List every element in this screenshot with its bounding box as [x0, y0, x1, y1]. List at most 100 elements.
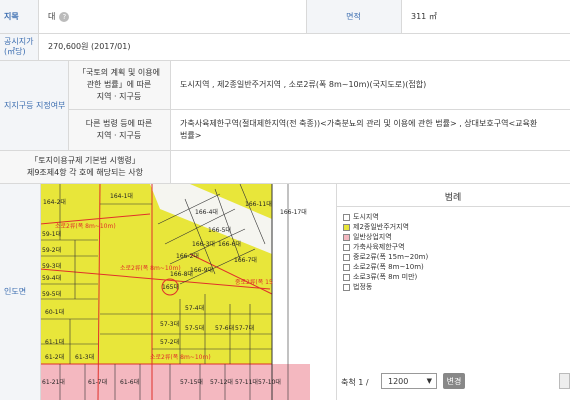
zoning-row-label: 지지구등 지정여부	[0, 60, 68, 150]
svg-text:59-3대: 59-3대	[42, 262, 61, 270]
svg-text:57-7대: 57-7대	[235, 324, 254, 332]
legend-label: 소로3류(폭 8m 미만)	[353, 273, 418, 281]
svg-text:61-21대: 61-21대	[42, 378, 65, 386]
svg-text:166-11대: 166-11대	[245, 200, 272, 208]
legend-title: 범례	[444, 193, 462, 203]
svg-text:57-6대: 57-6대	[215, 324, 234, 332]
national-law-label-line2: 관한 법률」에 따른	[86, 79, 152, 89]
svg-text:59-4대: 59-4대	[42, 274, 61, 282]
national-law-label-line1: 「국토의 계획 및 이용에	[78, 67, 160, 77]
legend-swatch	[343, 243, 350, 251]
legend-item: 소로3류(폭 8m 미만)	[343, 272, 428, 282]
svg-text:166-7대: 166-7대	[234, 256, 257, 264]
svg-text:61-7대: 61-7대	[88, 378, 107, 386]
land-use-map[interactable]: 164-2대 164-1대 166-4대 166-5대 166-3대 166-2…	[40, 184, 310, 400]
legend-item: 도시지역	[343, 212, 428, 222]
other-law-label-line1: 다른 법령 등에 따른	[85, 118, 153, 128]
legend-item: 소로2류(폭 8m~10m)	[343, 262, 428, 272]
svg-text:57-3대: 57-3대	[160, 320, 179, 328]
legend-swatch	[343, 253, 350, 261]
svg-text:57-4대: 57-4대	[185, 304, 204, 312]
land-price-label-line2: (㎡당)	[4, 46, 26, 56]
jimok-value-cell: 대 ?	[38, 0, 306, 33]
area-value: 311 ㎡	[411, 12, 437, 21]
svg-text:57-10대: 57-10대	[258, 378, 281, 386]
land-price-label: 공시지가 (㎡당)	[0, 33, 38, 60]
svg-text:61-3대: 61-3대	[75, 353, 94, 361]
enforcement-value	[170, 150, 570, 183]
other-law-label: 다른 법령 등에 따른 지역 · 지구등	[68, 109, 170, 150]
scale-select[interactable]: 1200 ▼	[381, 373, 437, 389]
jimok-label: 지목	[0, 0, 38, 33]
enforcement-label: 「토지이용규제 기본법 시행령」 제9조제4항 각 호에 해당되는 사항	[0, 150, 170, 183]
legend-label: 제2종일반주거지역	[353, 223, 409, 231]
national-law-label-line3: 지역 · 지구등	[96, 91, 142, 101]
land-price-value: 270,600원 (2017/01)	[48, 42, 131, 51]
legend-item: 일반상업지역	[343, 232, 428, 242]
land-price-label-line1: 공시지가	[4, 36, 34, 46]
svg-text:60-1대: 60-1대	[45, 308, 64, 316]
map-svg: 164-2대 164-1대 166-4대 166-5대 166-3대 166-2…	[40, 184, 310, 400]
chevron-down-icon: ▼	[426, 377, 432, 385]
legend-panel: 범례 도시지역제2종일반주거지역일반상업지역가축사육제한구역중로2류(폭 15m…	[336, 184, 570, 370]
legend-label: 가축사육제한구역	[353, 243, 405, 251]
svg-text:57-15대: 57-15대	[180, 378, 203, 386]
svg-text:61-1대: 61-1대	[45, 338, 64, 346]
map-row-label: 인도면	[0, 183, 40, 400]
legend-swatch	[343, 263, 350, 271]
national-law-label: 「국토의 계획 및 이용에 관한 법률」에 따른 지역 · 지구등	[68, 60, 170, 109]
svg-text:165대: 165대	[162, 283, 179, 291]
svg-text:57-11대: 57-11대	[235, 378, 258, 386]
legend-swatch	[343, 283, 350, 291]
legend-item: 중로2류(폭 15m~20m)	[343, 252, 428, 262]
svg-text:57-2대: 57-2대	[160, 338, 179, 346]
zoom-icon[interactable]	[559, 373, 570, 389]
legend-label: 일반상업지역	[353, 233, 392, 241]
legend-label: 중로2류(폭 15m~20m)	[353, 253, 429, 261]
legend-item: 법정동	[343, 282, 428, 292]
svg-text:166-17대: 166-17대	[280, 208, 307, 216]
svg-text:164-2대: 164-2대	[43, 198, 66, 206]
legend-label: 법정동	[353, 283, 373, 291]
svg-text:59-5대: 59-5대	[42, 290, 61, 298]
help-icon[interactable]: ?	[59, 11, 70, 22]
legend-label: 소로2류(폭 8m~10m)	[353, 263, 424, 271]
svg-text:166-2대: 166-2대	[176, 252, 199, 260]
svg-text:57-12대: 57-12대	[210, 378, 233, 386]
svg-text:소로2류(폭 8m~10m): 소로2류(폭 8m~10m)	[120, 265, 181, 272]
enforcement-label-line1: 「토지이용규제 기본법 시행령」	[30, 155, 140, 165]
other-law-label-line2: 지역 · 지구등	[96, 130, 142, 140]
legend-list: 도시지역제2종일반주거지역일반상업지역가축사육제한구역중로2류(폭 15m~20…	[343, 212, 428, 292]
scale-change-button[interactable]: 변경	[443, 373, 465, 389]
legend-swatch	[343, 233, 350, 241]
svg-text:59-1대: 59-1대	[42, 230, 61, 238]
scale-label: 축척 1 /	[341, 378, 369, 387]
svg-text:57-5대: 57-5대	[185, 324, 204, 332]
svg-text:61-6대: 61-6대	[120, 378, 139, 386]
svg-text:소로2류(폭 8m~10m): 소로2류(폭 8m~10m)	[150, 354, 211, 361]
svg-text:166-9대: 166-9대	[190, 266, 213, 274]
other-law-value: 가축사육제한구역(절대제한지역(전 축종))<가축분뇨의 관리 및 이용에 관한…	[170, 109, 570, 150]
legend-swatch	[343, 223, 350, 231]
jimok-value: 대	[48, 12, 56, 21]
enforcement-label-line2: 제9조제4항 각 호에 해당되는 사항	[26, 167, 144, 177]
road-label: 소로2류(폭 8m~10m)	[55, 223, 116, 230]
legend-swatch	[343, 213, 350, 221]
other-law-value-line2: 법률>	[180, 131, 202, 140]
svg-text:166-6대: 166-6대	[218, 240, 241, 248]
other-law-value-line1: 가축사육제한구역(절대제한지역(전 축종))<가축분뇨의 관리 및 이용에 관한…	[180, 119, 538, 128]
legend-label: 도시지역	[353, 213, 379, 221]
svg-text:59-2대: 59-2대	[42, 246, 61, 254]
svg-text:61-2대: 61-2대	[45, 353, 64, 361]
legend-item: 가축사육제한구역	[343, 242, 428, 252]
svg-text:166-4대: 166-4대	[195, 208, 218, 216]
national-law-value: 도시지역 , 제2종일반주거지역 , 소로2류(폭 8m~10m)(국지도로)(…	[180, 80, 427, 89]
scale-value: 1200	[388, 376, 409, 386]
svg-text:166-3대: 166-3대	[192, 240, 215, 248]
area-label: 면적	[306, 0, 401, 33]
svg-text:164-1대: 164-1대	[110, 192, 133, 200]
legend-swatch	[343, 273, 350, 281]
svg-text:중로2류(폭 15: 중로2류(폭 15	[235, 279, 273, 286]
legend-item: 제2종일반주거지역	[343, 222, 428, 232]
svg-text:166-5대: 166-5대	[208, 226, 231, 234]
